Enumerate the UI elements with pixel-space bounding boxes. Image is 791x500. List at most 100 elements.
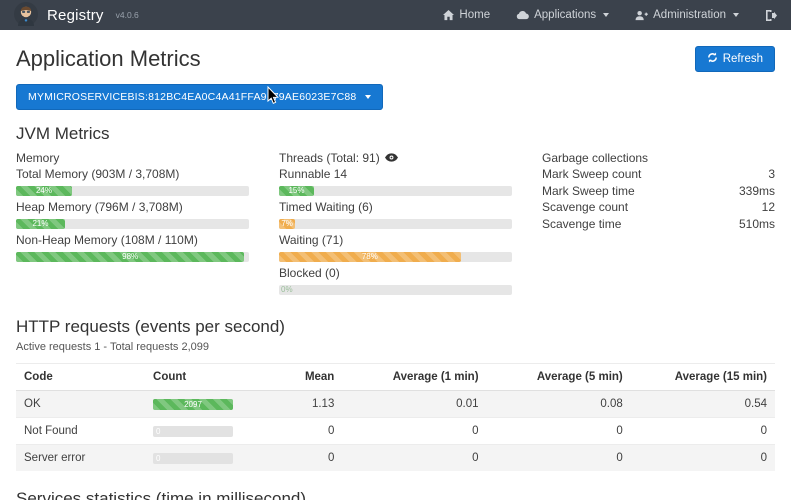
heap-memory-bar-fill: 21% (16, 219, 65, 229)
http-requests-subtitle: Active requests 1 - Total requests 2,099 (16, 341, 775, 353)
brand[interactable]: Registry v4.0.6 (14, 2, 139, 29)
heap-memory-progressbar: 21% (16, 219, 249, 229)
chevron-down-icon (365, 95, 371, 99)
http-code-cell: Not Found (16, 418, 145, 445)
count-bar-fill: 0 (153, 453, 156, 464)
eye-icon[interactable] (385, 150, 398, 166)
memory-column: Memory Total Memory (903M / 3,708M) 24% … (16, 150, 249, 299)
http-avg5-cell: 0 (487, 418, 631, 445)
http-avg1-cell: 0 (342, 445, 486, 472)
http-mean-cell: 0 (259, 445, 342, 472)
http-avg15-cell: 0 (631, 418, 775, 445)
timed-waiting-label: Timed Waiting (6) (279, 200, 512, 215)
brand-name: Registry (47, 7, 104, 24)
http-code-cell: Server error (16, 445, 145, 472)
http-avg1-cell: 0.01 (342, 391, 486, 418)
gc-label: Mark Sweep time (542, 183, 635, 200)
column-header-count: Count (145, 364, 259, 391)
table-row: OK 2097 1.13 0.01 0.08 0.54 (16, 391, 775, 418)
nav-item-administration[interactable]: Administration (635, 9, 739, 21)
sign-out-icon (765, 10, 777, 21)
nav-label-applications: Applications (534, 9, 596, 21)
http-count-cell: 2097 (145, 391, 259, 418)
http-code-cell: OK (16, 391, 145, 418)
http-avg5-cell: 0 (487, 445, 631, 472)
blocked-bar-fill: 0% (279, 285, 281, 295)
table-row: Server error 0 0 0 0 0 (16, 445, 775, 472)
timed-waiting-bar-fill: 7% (279, 219, 295, 229)
brand-version: v4.0.6 (116, 10, 139, 20)
threads-column: Threads (Total: 91) Runnable 14 15% Time… (279, 150, 512, 299)
gc-value: 12 (762, 199, 775, 216)
refresh-button[interactable]: Refresh (695, 46, 775, 72)
waiting-bar-fill: 78% (279, 252, 461, 262)
chevron-down-icon (603, 13, 609, 17)
gc-label: Mark Sweep count (542, 166, 641, 183)
http-mean-cell: 1.13 (259, 391, 342, 418)
nonheap-memory-progressbar: 98% (16, 252, 249, 262)
jhipster-avatar-logo-icon (14, 2, 38, 29)
gc-value: 339ms (739, 183, 775, 200)
http-avg15-cell: 0.54 (631, 391, 775, 418)
gc-row: Mark Sweep time 339ms (542, 183, 775, 200)
count-progressbar: 0 (153, 453, 233, 464)
nav-menu: Home Applications Administration (443, 9, 777, 21)
threads-heading: Threads (Total: 91) (279, 150, 380, 166)
nav-item-home[interactable]: Home (443, 9, 490, 21)
count-bar-fill: 2097 (153, 399, 233, 410)
total-memory-bar-fill: 24% (16, 186, 72, 196)
blocked-progressbar: 0% (279, 285, 512, 295)
heap-memory-label: Heap Memory (796M / 3,708M) (16, 200, 249, 215)
nonheap-memory-label: Non-Heap Memory (108M / 110M) (16, 233, 249, 248)
gc-row: Mark Sweep count 3 (542, 166, 775, 183)
jvm-metrics-title: JVM Metrics (16, 124, 775, 144)
services-statistics-title: Services statistics (time in millisecond… (16, 489, 775, 500)
http-count-cell: 0 (145, 445, 259, 472)
memory-heading: Memory (16, 150, 249, 166)
column-header-avg1: Average (1 min) (342, 364, 486, 391)
waiting-progressbar: 78% (279, 252, 512, 262)
http-count-cell: 0 (145, 418, 259, 445)
column-header-code: Code (16, 364, 145, 391)
count-bar-fill: 0 (153, 426, 156, 437)
gc-heading: Garbage collections (542, 150, 775, 166)
http-avg15-cell: 0 (631, 445, 775, 472)
column-header-avg5: Average (5 min) (487, 364, 631, 391)
nav-label-home: Home (459, 9, 490, 21)
cloud-icon (516, 10, 529, 20)
user-plus-icon (635, 10, 648, 21)
instance-selector-label: MYMICROSERVICEBIS:812BC4EA0C4A41FFA9179A… (28, 91, 356, 103)
chevron-down-icon (733, 13, 739, 17)
gc-row: Scavenge time 510ms (542, 216, 775, 233)
refresh-label: Refresh (723, 53, 763, 65)
http-mean-cell: 0 (259, 418, 342, 445)
home-icon (443, 10, 454, 21)
navbar: Registry v4.0.6 Home Applications Admini… (0, 0, 791, 30)
count-progressbar: 2097 (153, 399, 233, 410)
page-title: Application Metrics (16, 46, 201, 72)
runnable-progressbar: 15% (279, 186, 512, 196)
timed-waiting-progressbar: 7% (279, 219, 512, 229)
refresh-icon (707, 52, 718, 66)
http-requests-title: HTTP requests (events per second) (16, 317, 775, 337)
gc-label: Scavenge count (542, 199, 628, 216)
column-header-avg15: Average (15 min) (631, 364, 775, 391)
gc-label: Scavenge time (542, 216, 621, 233)
runnable-label: Runnable 14 (279, 167, 512, 182)
gc-column: Garbage collections Mark Sweep count 3 Ma… (542, 150, 775, 299)
http-avg1-cell: 0 (342, 418, 486, 445)
nonheap-memory-bar-fill: 98% (16, 252, 244, 262)
http-requests-table: Code Count Mean Average (1 min) Average … (16, 363, 775, 471)
http-avg5-cell: 0.08 (487, 391, 631, 418)
gc-value: 510ms (739, 216, 775, 233)
gc-row: Scavenge count 12 (542, 199, 775, 216)
sign-out-button[interactable] (765, 10, 777, 21)
nav-label-administration: Administration (653, 9, 726, 21)
total-memory-label: Total Memory (903M / 3,708M) (16, 167, 249, 182)
count-progressbar: 0 (153, 426, 233, 437)
instance-selector-dropdown[interactable]: MYMICROSERVICEBIS:812BC4EA0C4A41FFA9179A… (16, 84, 383, 110)
gc-value: 3 (768, 166, 775, 183)
nav-item-applications[interactable]: Applications (516, 9, 609, 21)
column-header-mean: Mean (259, 364, 342, 391)
blocked-label: Blocked (0) (279, 266, 512, 281)
